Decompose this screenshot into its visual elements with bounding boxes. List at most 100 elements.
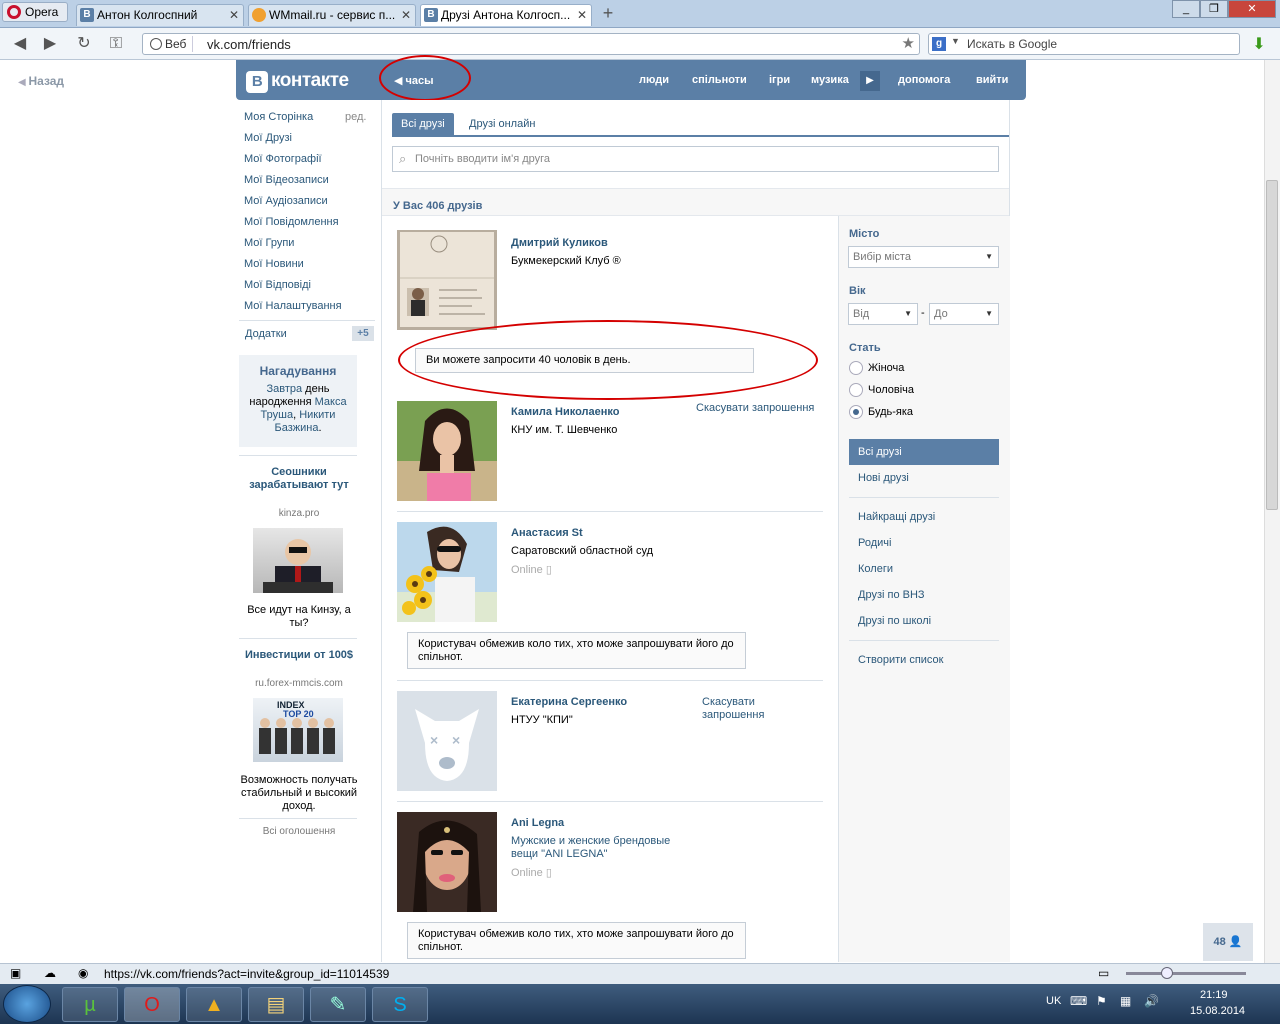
sex-male-radio[interactable]: Чоловіча: [849, 383, 914, 397]
zoom-slider[interactable]: [1126, 972, 1246, 975]
chevron-down-icon[interactable]: ▼: [951, 36, 960, 46]
web-security-badge[interactable]: Веб: [147, 36, 194, 52]
friend-avatar-placeholder[interactable]: × ×: [397, 691, 497, 791]
language-indicator[interactable]: UK: [1046, 995, 1061, 1007]
friend-name[interactable]: Дмитрий Куликов: [511, 237, 608, 249]
tab-1[interactable]: B Антон Колгосп­ний ✕: [76, 4, 244, 26]
friend-avatar[interactable]: [397, 522, 497, 622]
ad-2-image[interactable]: INDEX TOP 20: [253, 698, 343, 762]
opera-taskbar-icon[interactable]: O: [124, 987, 180, 1022]
skype-taskbar-icon[interactable]: S: [372, 987, 428, 1022]
list-new-friends[interactable]: Нові друзі: [858, 472, 909, 484]
menu-apps[interactable]: Додатки: [245, 328, 287, 340]
ad-2-text[interactable]: Возможность получать стабильный и высоки…: [240, 774, 358, 813]
list-colleagues[interactable]: Колеги: [858, 563, 893, 575]
ad-1-image[interactable]: [253, 528, 343, 593]
tab-friends-online[interactable]: Друзі онлайн: [460, 113, 544, 136]
nav-communities[interactable]: спільноти: [692, 74, 747, 86]
flag-icon[interactable]: ⚑: [1096, 994, 1107, 1008]
create-list-link[interactable]: Створити список: [858, 654, 943, 666]
sex-any-radio[interactable]: Будь-яка: [849, 405, 913, 419]
age-to-select[interactable]: До: [929, 303, 999, 325]
tab-all-friends[interactable]: Всі друзі: [392, 113, 454, 136]
online-friends-badge[interactable]: 48 👤: [1203, 923, 1253, 961]
friend-search-input[interactable]: Почніть вводити ім'я друга: [392, 146, 999, 172]
menu-my-answers[interactable]: Мої Відповіді: [244, 279, 311, 291]
keyboard-icon[interactable]: ⌨: [1070, 994, 1087, 1008]
windows-start-button[interactable]: [3, 985, 51, 1023]
menu-my-page[interactable]: Моя Сторінка: [244, 111, 313, 123]
tab-3-active[interactable]: B Друзі Антона Колгосп... ✕: [420, 4, 592, 26]
utorrent-taskbar-icon[interactable]: µ: [62, 987, 118, 1022]
minimize-button[interactable]: _: [1172, 0, 1200, 18]
forward-arrow-icon[interactable]: ▶: [40, 34, 60, 54]
vk-logo[interactable]: Вконтакте: [246, 70, 349, 93]
list-relatives[interactable]: Родичі: [858, 537, 891, 549]
maximize-button[interactable]: ❐: [1200, 0, 1228, 18]
nav-music[interactable]: музика: [811, 74, 849, 86]
panel-toggle-icon[interactable]: ▣: [10, 966, 21, 980]
view-icon[interactable]: ▭: [1098, 966, 1109, 980]
nav-help[interactable]: допомога: [898, 74, 950, 86]
menu-my-groups[interactable]: Мої Групи: [244, 237, 294, 249]
cancel-invite-link[interactable]: Скасувати запрошення: [696, 402, 818, 415]
ad-1-site[interactable]: kinza.pro: [240, 508, 358, 519]
new-tab-plus-icon[interactable]: +: [598, 4, 618, 24]
nav-games[interactable]: ігри: [769, 74, 790, 86]
network-icon[interactable]: ▦: [1120, 994, 1131, 1008]
tab-2[interactable]: WMmail.ru - сервис п... ✕: [248, 4, 416, 26]
nav-logout[interactable]: вийти: [976, 74, 1008, 86]
close-window-button[interactable]: ✕: [1228, 0, 1276, 18]
address-bar[interactable]: Веб vk.com/friends ★: [142, 33, 920, 55]
back-arrow-icon[interactable]: ◀: [10, 34, 30, 54]
ad-2-title[interactable]: Инвестиции от 100$: [240, 649, 358, 662]
menu-my-photos[interactable]: Мої Фотографії: [244, 153, 322, 165]
close-tab-icon[interactable]: ✕: [577, 5, 587, 25]
clock-time[interactable]: 21:19: [1200, 989, 1228, 1001]
friend-name[interactable]: Ani Legna: [511, 817, 564, 829]
menu-my-settings[interactable]: Мої Налаштування: [244, 300, 342, 312]
menu-my-friends[interactable]: Мої Друзі: [244, 132, 292, 144]
friend-name[interactable]: Анастасия St: [511, 527, 583, 539]
cloud-icon[interactable]: ☁: [44, 966, 56, 980]
aimp-taskbar-icon[interactable]: ▲: [186, 987, 242, 1022]
clock-date[interactable]: 15.08.2014: [1190, 1005, 1245, 1017]
list-university-friends[interactable]: Друзі по ВНЗ: [858, 589, 925, 601]
city-select[interactable]: Вибір міста: [848, 246, 999, 268]
menu-my-videos[interactable]: Мої Відеозаписи: [244, 174, 329, 186]
scrollbar-thumb[interactable]: [1266, 180, 1278, 510]
menu-my-messages[interactable]: Мої Повідомлення: [244, 216, 339, 228]
explorer-taskbar-icon[interactable]: ▤: [248, 987, 304, 1022]
list-all-friends[interactable]: Всі друзі: [849, 439, 999, 465]
zoom-slider-knob[interactable]: [1161, 967, 1173, 979]
age-from-select[interactable]: Від: [848, 303, 918, 325]
apps-count-badge[interactable]: +5: [352, 326, 374, 341]
friend-name[interactable]: Екатерина Сергеенко: [511, 696, 627, 708]
friend-subtitle-link[interactable]: Мужские и женские брендовые вещи "ANI LE…: [511, 835, 681, 861]
cancel-invite-link[interactable]: Скасувати запрошення: [702, 696, 782, 722]
reminder-tomorrow-link[interactable]: Завтра: [266, 383, 302, 395]
sex-female-radio[interactable]: Жіноча: [849, 361, 904, 375]
menu-my-audio[interactable]: Мої Аудіозаписи: [244, 195, 328, 207]
list-school-friends[interactable]: Друзі по школі: [858, 615, 931, 627]
friend-name[interactable]: Камила Николаенко: [511, 406, 620, 418]
address-url[interactable]: vk.com/friends: [207, 37, 291, 52]
key-icon[interactable]: ⚿: [106, 34, 126, 54]
close-tab-icon[interactable]: ✕: [229, 5, 239, 25]
paint-taskbar-icon[interactable]: ✎: [310, 987, 366, 1022]
back-link[interactable]: Назад: [18, 74, 64, 88]
download-icon[interactable]: ⬇: [1250, 34, 1268, 54]
ad-2-site[interactable]: ru.forex-mmcis.com: [240, 678, 358, 689]
opera-menu-button[interactable]: Opera: [2, 2, 68, 22]
play-icon[interactable]: ▶: [860, 71, 880, 91]
google-search-field[interactable]: g ▼ Искать в Google: [928, 33, 1240, 55]
friend-avatar[interactable]: [397, 401, 497, 501]
friend-avatar[interactable]: [397, 812, 497, 912]
bookmark-star-icon[interactable]: ★: [902, 34, 915, 52]
ad-1-text[interactable]: Все идут на Кинзу, а ты?: [240, 604, 358, 630]
close-tab-icon[interactable]: ✕: [401, 5, 411, 25]
reload-icon[interactable]: ↻: [74, 34, 94, 54]
ad-1-title[interactable]: Сеошники зарабатывают тут: [240, 466, 358, 492]
edit-menu-link[interactable]: ред.: [345, 111, 366, 123]
friend-avatar[interactable]: [397, 230, 497, 330]
